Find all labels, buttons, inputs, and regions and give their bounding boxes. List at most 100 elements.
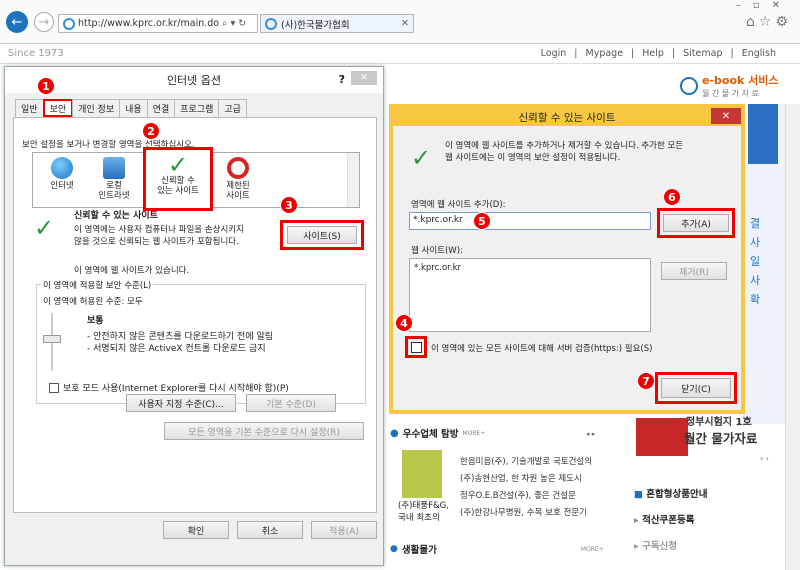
list-item[interactable]: ■ 혼합형상품안내	[634, 482, 707, 508]
tab-close-icon[interactable]: ✕	[401, 18, 409, 29]
login-link[interactable]: Login	[537, 48, 571, 59]
section-header-living-prices: ● 생활물가 MORE+	[390, 544, 604, 556]
zone-trusted-sites[interactable]: ✓ 신뢰할 수 있는 사이트	[143, 147, 213, 211]
intranet-icon	[103, 157, 125, 179]
globe-icon	[51, 157, 73, 179]
trusted-check-icon: ✓	[411, 144, 432, 172]
default-level-button[interactable]: 기본 수준(D)	[246, 394, 336, 412]
mypage-link[interactable]: Mypage	[582, 48, 628, 59]
browser-toolbar: ← → http://www.kprc.or.kr/main.do ⌕ ▾ ↻ …	[0, 0, 800, 44]
custom-level-button[interactable]: 사용자 지정 수준(C)...	[126, 394, 236, 412]
list-item[interactable]: (주)한강나무병원, 수목 보호 전문기	[460, 505, 592, 522]
restricted-icon	[227, 157, 249, 179]
zone-list-scrollbar[interactable]	[347, 153, 359, 207]
favorites-icon[interactable]: ☆	[759, 14, 776, 30]
list-item[interactable]: *.kprc.or.kr	[414, 263, 646, 273]
require-https-label: 이 영역에 있는 모든 사이트에 대해 서버 검증(https:) 필요(S)	[431, 344, 653, 354]
require-https-checkbox[interactable]	[410, 341, 422, 353]
forward-button[interactable]: →	[34, 12, 54, 32]
more-link[interactable]: MORE+	[462, 430, 485, 437]
level-slider-handle[interactable]	[43, 335, 61, 343]
internet-options-dialog: 인터넷 옵션 ? ✕ 1 일반 보안 개인 정보 내용 연결 프로그램 고급 보…	[4, 66, 384, 566]
step-6-marker: 6	[663, 188, 681, 206]
tab-connections[interactable]: 연결	[146, 99, 176, 117]
page-scrollbar[interactable]	[785, 104, 800, 570]
protected-mode-checkbox[interactable]	[49, 382, 59, 393]
trusted-description: 이 영역에 웹 사이트를 추가하거나 제거할 수 있습니다. 추가한 모든 웹 …	[445, 141, 684, 163]
apply-button[interactable]: 적용(A)	[311, 521, 377, 539]
step-5-marker: 5	[473, 212, 491, 230]
home-icon[interactable]: ⌂	[746, 14, 759, 30]
remove-button[interactable]: 제거(R)	[661, 262, 727, 280]
help-button[interactable]: ?	[339, 73, 345, 86]
back-button[interactable]: ←	[6, 11, 28, 33]
list-item[interactable]: ▸ 구독신청	[634, 534, 707, 560]
options-tabs: 일반 보안 개인 정보 내용 연결 프로그램 고급	[15, 99, 247, 117]
sites-button[interactable]: 사이트(S)	[287, 226, 357, 244]
pager-arrows[interactable]: ◂ ▸	[586, 430, 595, 438]
websites-list[interactable]: *.kprc.or.kr	[409, 258, 651, 332]
trusted-check-icon: ✓	[34, 214, 55, 242]
vertical-banner: 결사일사확	[750, 217, 761, 306]
zone-internet[interactable]: 인터넷	[39, 157, 85, 191]
banner-pager[interactable]: ‹ ›	[760, 454, 769, 463]
section-header-companies: ● 우수업체 탐방 MORE+	[390, 427, 486, 441]
list-item[interactable]: (주)송현산업, 한 차원 높은 제도시	[460, 471, 592, 488]
websites-label: 웹 사이트(W):	[411, 246, 463, 256]
zone-local-intranet[interactable]: 로컬 인트라넷	[91, 157, 137, 201]
top-links: Login | Mypage | Help | Sitemap | English	[537, 48, 780, 59]
help-link[interactable]: Help	[638, 48, 668, 59]
ok-button[interactable]: 확인	[163, 521, 229, 539]
zone-description: 이 영역에는 사용자 컴퓨터나 파일을 손상시키지	[74, 225, 244, 235]
list-item[interactable]: 정우O.E.B건설(주), 좋은 건설문	[460, 488, 592, 505]
add-button[interactable]: 추가(A)	[663, 214, 729, 232]
add-site-label: 영역에 웹 사이트 추가(D):	[411, 200, 506, 210]
ebook-icon	[680, 76, 698, 95]
close-button[interactable]: ✕	[351, 71, 377, 85]
list-item[interactable]: 한음미음(주), 기술개발로 국토건설의	[460, 454, 592, 471]
trusted-close-button[interactable]: ✕	[711, 108, 741, 124]
company-list: 한음미음(주), 기술개발로 국토건설의 (주)송현산업, 한 차원 높은 제도…	[460, 454, 592, 522]
english-link[interactable]: English	[738, 48, 780, 59]
more-link[interactable]: MORE+	[581, 546, 604, 553]
zone-has-sites: 이 영역에 웹 사이트가 있습니다.	[74, 266, 190, 276]
ie-icon	[63, 17, 75, 30]
dialog-title-bar: 인터넷 옵션 ? ✕	[5, 67, 383, 93]
dialog-title: 인터넷 옵션	[166, 74, 222, 87]
list-item[interactable]: ▸ 적산쿠폰등록	[634, 508, 707, 534]
tab-programs[interactable]: 프로그램	[174, 99, 220, 117]
cancel-button[interactable]: 취소	[237, 521, 303, 539]
zone-restricted-sites[interactable]: 제한된 사이트	[215, 157, 261, 201]
tab-general[interactable]: 일반	[15, 99, 44, 117]
step-7-marker: 7	[637, 372, 655, 390]
tab-security[interactable]: 보안	[42, 99, 74, 117]
checkmark-icon: ✓	[167, 151, 189, 179]
ie-tab-icon	[265, 17, 277, 30]
ebook-banner[interactable]: e-book 서비스 월 간 물 가 자 료	[680, 72, 779, 99]
reset-all-zones-button[interactable]: 모든 영역을 기본 수준으로 다시 설정(R)	[164, 422, 364, 440]
since-text: Since 1973	[8, 48, 64, 59]
step-4-marker: 4	[395, 314, 413, 332]
tab-advanced[interactable]: 고급	[218, 99, 247, 117]
zone-title: 신뢰할 수 있는 사이트	[74, 211, 158, 221]
trusted-dialog-title: 신뢰할 수 있는 사이트	[518, 111, 616, 124]
window-controls[interactable]: –▫✕	[736, 0, 792, 11]
tab-content[interactable]: 내용	[119, 99, 148, 117]
tab-privacy[interactable]: 개인 정보	[72, 99, 121, 117]
sitemap-link[interactable]: Sitemap	[679, 48, 726, 59]
site-topbar: Since 1973 Login | Mypage | Help | Sitemap | Eng…	[0, 44, 800, 64]
protected-mode-option[interactable]: 보호 모드 사용(Internet Explorer를 다시 시작해야 함)(P…	[49, 381, 289, 394]
step-3-marker: 3	[280, 196, 298, 214]
settings-gear-icon[interactable]: ⚙	[775, 14, 792, 30]
tab-title: (사)한국물가협회	[281, 19, 350, 31]
trusted-title-bar: 신뢰할 수 있는 사이트 ✕	[393, 108, 741, 126]
close-dialog-button[interactable]: 닫기(C)	[661, 378, 731, 398]
trusted-sites-dialog: 신뢰할 수 있는 사이트 ✕ ✓ 이 영역에 웹 사이트를 추가하거나 제거할 …	[389, 104, 745, 414]
product-image	[402, 450, 442, 498]
address-bar-icons[interactable]: ⌕ ▾ ↻	[222, 18, 246, 29]
add-site-input[interactable]: *.kprc.or.kr	[409, 212, 651, 230]
address-bar[interactable]: http://www.kprc.or.kr/main.do ⌕ ▾ ↻	[58, 14, 258, 33]
browser-tab[interactable]: (사)한국물가협회 ✕	[260, 14, 414, 33]
product-caption: (주)태풍F&G, 국내 최초의	[398, 501, 449, 523]
security-level-group: 이 영역에 적용할 보안 수준(L) 이 영역에 허용된 수준: 모두 보통 -…	[36, 279, 366, 404]
